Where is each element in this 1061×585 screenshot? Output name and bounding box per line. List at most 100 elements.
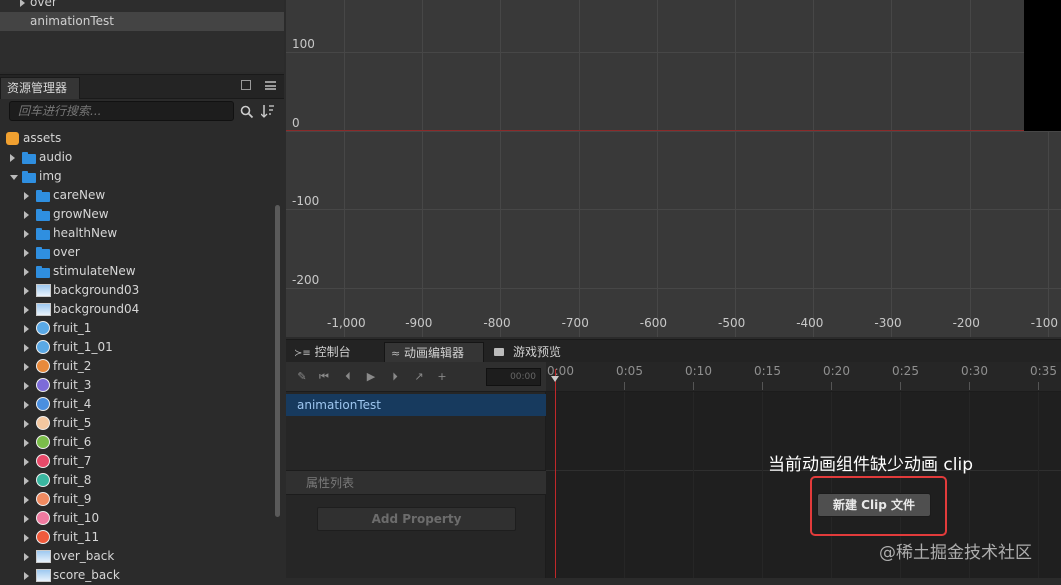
animation-icon: ≈ <box>391 347 401 360</box>
rewind-icon[interactable]: ⏮ <box>318 371 330 383</box>
asset-item-fruit-7[interactable]: fruit_7 <box>0 452 270 471</box>
hierarchy-panel: over animationTest <box>0 0 284 72</box>
node-item-animationtest[interactable]: animationTest <box>286 394 546 416</box>
chevron-right-icon[interactable] <box>24 534 29 542</box>
grid-line <box>969 0 971 337</box>
asset-item-fruit-2[interactable]: fruit_2 <box>0 357 270 376</box>
chevron-right-icon[interactable] <box>24 572 29 580</box>
asset-item-fruit-9[interactable]: fruit_9 <box>0 490 270 509</box>
playhead-handle-icon[interactable] <box>551 376 559 382</box>
sort-icon[interactable] <box>261 104 275 119</box>
scene-view[interactable]: 100 0 -100 -200 -1,000 -900 -800 -700 -600 -500 -4… <box>286 0 1061 337</box>
canvas-node[interactable] <box>1024 0 1061 131</box>
x-axis-label: -400 <box>796 316 824 330</box>
chevron-right-icon[interactable] <box>24 420 29 428</box>
add-keyframe-icon[interactable]: + <box>436 371 448 383</box>
folder-icon <box>36 247 50 259</box>
asset-item-over-back[interactable]: over_back <box>0 547 270 566</box>
camera-icon <box>494 348 504 356</box>
sprite-icon <box>36 416 50 430</box>
tab-game-preview[interactable]: 游戏预览 <box>488 342 584 363</box>
edit-icon[interactable]: ✎ <box>296 371 308 383</box>
hierarchy-item-over[interactable]: over <box>0 0 284 12</box>
asset-item-carenew[interactable]: careNew <box>0 186 270 205</box>
asset-item-label: over_back <box>53 549 115 563</box>
chevron-right-icon[interactable] <box>24 363 29 371</box>
asset-item-fruit-1[interactable]: fruit_1 <box>0 319 270 338</box>
chevron-right-icon[interactable] <box>24 515 29 523</box>
tab-game-preview-label: 游戏预览 <box>513 345 562 359</box>
asset-item-background04[interactable]: background04 <box>0 300 270 319</box>
x-axis-label: -900 <box>405 316 433 330</box>
timeline-ruler[interactable]: 0:00 0:05 0:10 0:15 0:20 0:25 0:30 0:35 <box>546 362 1061 392</box>
asset-item-label: fruit_1 <box>53 321 92 335</box>
chevron-down-icon[interactable] <box>10 175 18 180</box>
asset-item-audio[interactable]: audio <box>0 148 270 167</box>
asset-item-fruit-1-01[interactable]: fruit_1_01 <box>0 338 270 357</box>
asset-item-fruit-11[interactable]: fruit_11 <box>0 528 270 547</box>
chevron-right-icon[interactable] <box>24 249 29 257</box>
chevron-right-icon[interactable] <box>24 306 29 314</box>
menu-icon[interactable] <box>265 81 276 90</box>
tab-assets[interactable]: 资源管理器 <box>0 77 80 99</box>
asset-item-assets[interactable]: assets <box>0 129 270 148</box>
add-event-icon[interactable]: ↗ <box>413 371 425 383</box>
folder-icon <box>22 171 36 183</box>
chevron-right-icon[interactable] <box>24 287 29 295</box>
chevron-right-icon[interactable] <box>24 268 29 276</box>
asset-item-label: fruit_3 <box>53 378 92 392</box>
ruler-tick-label: 0:20 <box>823 364 850 378</box>
new-clip-button[interactable]: 新建 Clip 文件 <box>817 493 931 517</box>
asset-item-fruit-5[interactable]: fruit_5 <box>0 414 270 433</box>
search-input[interactable]: 回车进行搜索... <box>9 101 234 121</box>
asset-item-label: score_back <box>53 568 120 582</box>
tab-animation-editor[interactable]: ≈ 动画编辑器 <box>384 342 484 363</box>
asset-item-grownew[interactable]: growNew <box>0 205 270 224</box>
asset-item-score-back[interactable]: score_back <box>0 566 270 585</box>
tab-console[interactable]: ≻≡ 控制台 <box>288 342 380 363</box>
image-icon <box>36 550 51 563</box>
next-frame-icon[interactable]: ⏵ <box>389 371 401 383</box>
ruler-tick-label: 0:30 <box>961 364 988 378</box>
asset-item-fruit-6[interactable]: fruit_6 <box>0 433 270 452</box>
chevron-right-icon[interactable] <box>24 192 29 200</box>
asset-item-healthnew[interactable]: healthNew <box>0 224 270 243</box>
add-property-button[interactable]: Add Property <box>317 507 516 531</box>
asset-item-fruit-10[interactable]: fruit_10 <box>0 509 270 528</box>
chevron-right-icon[interactable] <box>24 325 29 333</box>
asset-item-fruit-8[interactable]: fruit_8 <box>0 471 270 490</box>
chevron-right-icon[interactable] <box>20 0 25 7</box>
search-icon[interactable] <box>240 105 254 119</box>
playhead[interactable] <box>555 369 556 578</box>
timeline-gridline <box>624 392 625 578</box>
chevron-right-icon[interactable] <box>24 439 29 447</box>
chevron-right-icon[interactable] <box>24 496 29 504</box>
ruler-tick-label: 0:10 <box>685 364 712 378</box>
assets-scrollbar[interactable] <box>275 205 280 517</box>
chevron-right-icon[interactable] <box>24 477 29 485</box>
chevron-right-icon[interactable] <box>24 230 29 238</box>
chevron-right-icon[interactable] <box>24 344 29 352</box>
hierarchy-item-animationtest[interactable]: animationTest <box>0 12 284 31</box>
chevron-right-icon[interactable] <box>24 401 29 409</box>
asset-item-stimulatenew[interactable]: stimulateNew <box>0 262 270 281</box>
time-field[interactable]: 00:00 <box>486 368 541 386</box>
chevron-right-icon[interactable] <box>24 553 29 561</box>
chevron-right-icon[interactable] <box>24 458 29 466</box>
prev-frame-icon[interactable]: ⏴ <box>342 371 354 383</box>
ruler-tick-label: 0:35 <box>1030 364 1057 378</box>
grid-line <box>735 0 736 337</box>
chevron-right-icon[interactable] <box>24 382 29 390</box>
sprite-icon <box>36 511 50 525</box>
play-icon[interactable]: ▶ <box>365 371 377 383</box>
sprite-icon <box>36 359 50 373</box>
chevron-right-icon[interactable] <box>24 211 29 219</box>
ruler-tick <box>900 382 901 390</box>
chevron-right-icon[interactable] <box>10 154 15 162</box>
asset-item-img[interactable]: img <box>0 167 270 186</box>
asset-item-fruit-4[interactable]: fruit_4 <box>0 395 270 414</box>
asset-item-over[interactable]: over <box>0 243 270 262</box>
asset-item-background03[interactable]: background03 <box>0 281 270 300</box>
popout-icon[interactable] <box>241 80 251 90</box>
asset-item-fruit-3[interactable]: fruit_3 <box>0 376 270 395</box>
